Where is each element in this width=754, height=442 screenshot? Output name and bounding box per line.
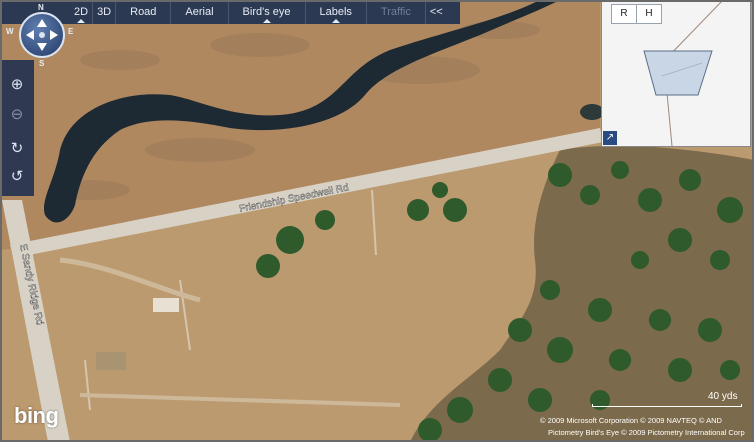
small-structure: [153, 298, 179, 312]
zoom-in-icon[interactable]: ⊕: [6, 74, 28, 96]
rotate-counterclockwise-icon[interactable]: ↺: [6, 166, 28, 188]
labels-button[interactable]: Labels: [306, 0, 367, 24]
traffic-button[interactable]: Traffic: [367, 0, 426, 24]
compass-south: S: [39, 59, 45, 68]
compass-east: E: [68, 27, 74, 36]
copyright-line-1: © 2009 Microsoft Corporation © 2009 NAVT…: [540, 416, 722, 425]
scale-bar: [592, 404, 742, 407]
compass-west: W: [6, 27, 14, 36]
map-control-bar: ⊕ ⊖ ↻ ↺: [0, 60, 34, 196]
road-view-button[interactable]: Road: [116, 0, 172, 24]
ruin: [96, 352, 126, 370]
view-3d-button[interactable]: 3D: [93, 0, 117, 24]
compass-rose[interactable]: [19, 12, 65, 58]
zoom-out-icon[interactable]: ⊖: [6, 104, 28, 126]
aerial-view-button[interactable]: Aerial: [171, 0, 229, 24]
minimap[interactable]: R H ↗: [601, 0, 751, 147]
collapse-toolbar-button[interactable]: <<: [426, 0, 447, 24]
view-2d-button[interactable]: 2D: [70, 0, 94, 24]
pan-arrows-icon[interactable]: [21, 14, 63, 56]
scale-label: 40 yds: [708, 391, 738, 402]
bing-logo: bing: [14, 403, 59, 428]
copyright-line-2: Pictometry Bird's Eye © 2009 Pictometry …: [548, 428, 745, 437]
minimap-view: [643, 1, 723, 146]
map-toolbar: 2D 3D Road Aerial Bird's eye Labels Traf…: [0, 0, 460, 24]
rotate-clockwise-icon[interactable]: ↻: [6, 138, 28, 160]
minimap-viewport: [643, 50, 713, 96]
compass-north: N: [38, 3, 44, 12]
minimap-expand-icon[interactable]: ↗: [603, 131, 617, 145]
birds-eye-button[interactable]: Bird's eye: [229, 0, 306, 24]
